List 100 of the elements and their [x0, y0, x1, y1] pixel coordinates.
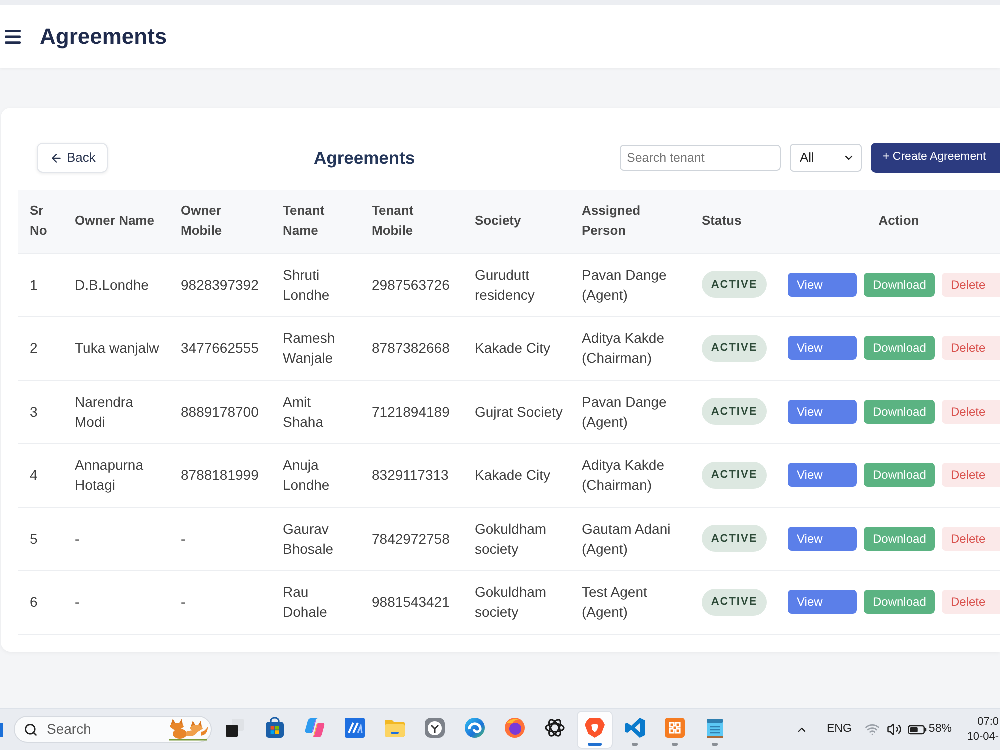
search-field[interactable]: Search tenant: [620, 145, 781, 171]
taskbar-date[interactable]: 10-04-: [967, 730, 999, 744]
table-cell-text: Aditya Kakde (Chairman): [582, 329, 666, 368]
taskbar-time[interactable]: 07:0: [978, 714, 999, 730]
column-header: Owner Name: [75, 212, 154, 230]
table-cell-text: Gokuldham society: [475, 520, 548, 559]
table-cell-text: 9881543421: [372, 593, 450, 612]
table-cell-text: 4: [30, 466, 38, 486]
delete-button[interactable]: Delete: [942, 336, 1000, 360]
create-agreement-button[interactable]: + Create Agreement: [871, 143, 1000, 173]
table-cell-text: D.B.Londhe: [75, 276, 149, 295]
taskbar-search-input[interactable]: Search: [47, 719, 147, 740]
table-cell-text: 3: [30, 402, 38, 422]
delete-button[interactable]: Delete: [942, 526, 1000, 551]
clock-icon: [424, 716, 446, 738]
table-cell-text: 2987563726: [372, 276, 450, 295]
table-cell-text: Anuja Londhe: [283, 456, 331, 496]
status-filter-dropdown[interactable]: All: [790, 144, 862, 172]
column-header: Tenant Mobile: [372, 202, 415, 240]
ribbon-icon: [624, 716, 646, 738]
table-cell-text: Gurudutt residency: [475, 266, 536, 305]
view-button[interactable]: View: [788, 272, 857, 297]
battery-percentage: 58%: [928, 722, 952, 737]
language-indicator[interactable]: ENG: [827, 720, 852, 738]
table-cell-text: -: [75, 530, 80, 549]
table-cell-text: Shruti Londhe: [283, 266, 331, 305]
shopping-bag-icon: [264, 716, 286, 738]
search-icon: [24, 722, 38, 736]
download-button[interactable]: Download: [864, 336, 935, 360]
table-cell-text: 8329117313: [372, 466, 449, 486]
table-cell-text: 3477662555: [181, 339, 259, 358]
download-button[interactable]: Download: [864, 526, 935, 551]
globe-icon: [504, 716, 526, 738]
table-cell-text: -: [181, 530, 186, 549]
view-button[interactable]: View: [788, 400, 857, 424]
table-cell-text: Pavan Dange (Agent): [582, 266, 668, 305]
arrow-left-icon: [50, 152, 63, 164]
fox-icon: [167, 718, 209, 741]
view-button[interactable]: View: [788, 590, 857, 614]
column-header: Action: [878, 212, 920, 230]
download-button[interactable]: Download: [864, 400, 935, 424]
table-cell-text: Pavan Dange (Agent): [582, 392, 668, 432]
table-cell-text: Kakade City: [475, 466, 550, 486]
table-cell-text: Gautam Adani (Agent): [582, 520, 672, 559]
status-badge: ACTIVE: [702, 525, 767, 552]
status-badge: ACTIVE: [702, 588, 767, 616]
wave-circle-icon: [464, 716, 486, 738]
table-cell-text: -: [75, 593, 80, 612]
status-badge: ACTIVE: [702, 334, 767, 362]
table-cell-text: 7842972758: [372, 530, 450, 549]
square-knot-icon: [664, 716, 686, 738]
table-cell-text: 2: [30, 339, 38, 358]
column-header: Sr No: [30, 202, 48, 240]
table-cell-text: Kakade City: [475, 339, 550, 358]
column-header: Society: [475, 212, 522, 230]
table-cell-text: Rau Dohale: [283, 583, 328, 622]
column-header: Assigned Person: [582, 202, 642, 240]
download-button[interactable]: Download: [864, 590, 935, 614]
delete-button[interactable]: Delete: [942, 590, 1000, 614]
table-cell-text: Amit Shaha: [283, 392, 324, 432]
start-icon[interactable]: [0, 722, 3, 736]
status-badge: ACTIVE: [702, 398, 767, 426]
table-cell-text: Aditya Kakde (Chairman): [582, 456, 666, 496]
table-cell-text: 8889178700: [181, 402, 259, 422]
table-cell-text: Ramesh Wanjale: [283, 329, 336, 368]
status-badge: ACTIVE: [702, 462, 767, 489]
column-header: Owner Mobile: [181, 202, 224, 240]
view-button[interactable]: View: [788, 336, 857, 360]
atom-icon: [544, 716, 566, 738]
download-button[interactable]: Download: [864, 463, 935, 488]
swirl-icon: [304, 716, 326, 738]
table-cell-text: 8787382668: [372, 339, 450, 358]
delete-button[interactable]: Delete: [942, 400, 1000, 424]
table-cell-text: Test Agent (Agent): [582, 583, 648, 622]
download-button[interactable]: Download: [864, 272, 935, 297]
table-cell-text: 9828397392: [181, 276, 259, 295]
view-button[interactable]: View: [788, 526, 857, 551]
table-cell-text: Tuka wanjalw: [75, 339, 160, 358]
header-title: Agreements: [40, 22, 168, 50]
menu-icon[interactable]: [5, 30, 21, 44]
taskbar-search-bar[interactable]: Search: [14, 716, 212, 743]
battery-icon[interactable]: [908, 724, 927, 734]
table-cell-text: Gokuldham society: [475, 583, 548, 622]
table-cell-text: Narendra Modi: [75, 392, 134, 432]
notepad-icon: [704, 716, 726, 738]
delete-button[interactable]: Delete: [942, 463, 1000, 488]
delete-button[interactable]: Delete: [942, 272, 1000, 297]
table-cell-text: Gujrat Society: [475, 402, 563, 422]
view-button[interactable]: View: [788, 463, 857, 488]
back-button[interactable]: Back: [37, 143, 108, 173]
status-badge: ACTIVE: [702, 271, 767, 298]
table-cell-text: 6: [30, 593, 38, 612]
slash-tile-icon: [344, 716, 366, 738]
column-header: Tenant Name: [283, 202, 326, 240]
table-cell-text: Gaurav Bhosale: [283, 520, 335, 559]
speaker-icon[interactable]: [886, 722, 902, 737]
table-cell-text: 1: [30, 276, 38, 295]
table-cell-text: 8788181999: [181, 466, 259, 486]
table-cell-text: 7121894189: [372, 402, 450, 422]
column-header: Status: [702, 212, 742, 230]
